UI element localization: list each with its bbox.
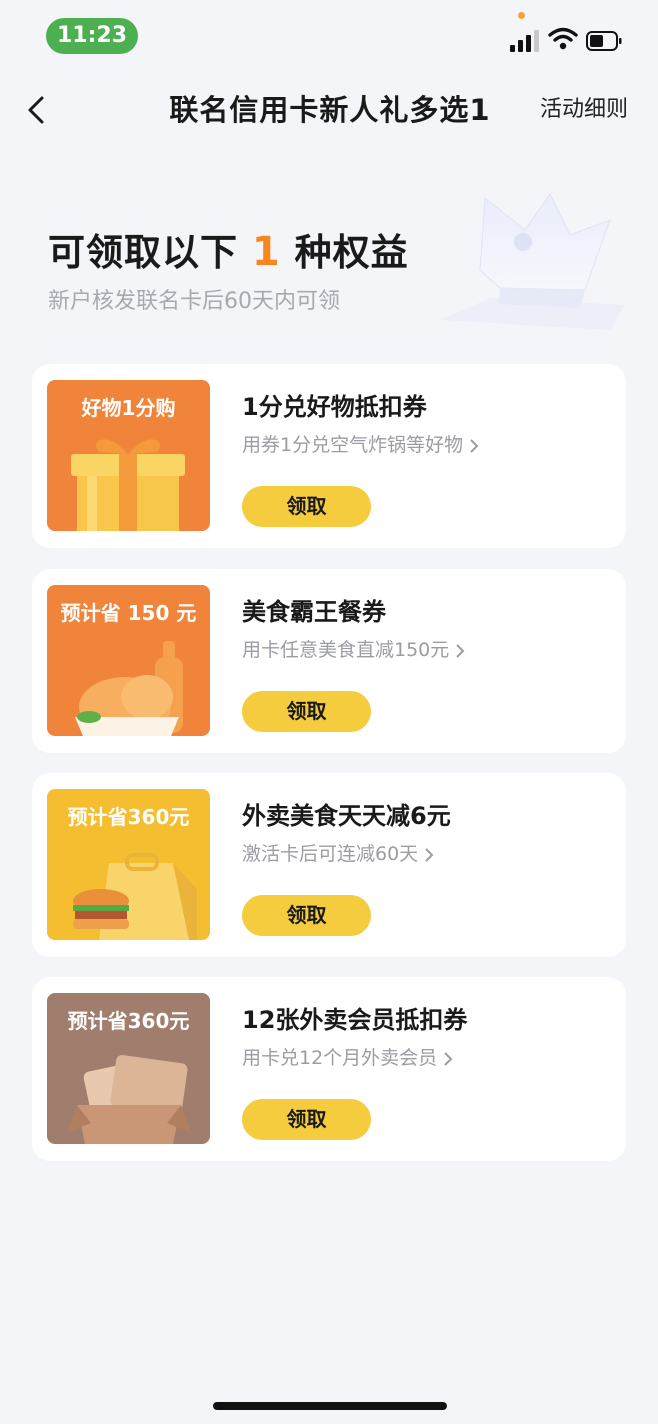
benefit-card-food-voucher[interactable]: 预计省 150 元 美食霸王餐券 用卡任意美食直减150元 领取 — [32, 569, 626, 753]
claim-button[interactable]: 领取 — [242, 1099, 371, 1140]
claim-button[interactable]: 领取 — [242, 486, 371, 527]
card-title: 12张外卖会员抵扣券 — [242, 1006, 468, 1034]
card-subtitle-link[interactable]: 激活卡后可连减60天 — [242, 839, 434, 869]
benefit-card-goods[interactable]: 好物1分购 1分兑好物抵扣券 用券1分兑空气炸锅等好物 领取 — [32, 364, 626, 548]
card-badge: 预计省360元 — [67, 805, 190, 829]
crown-illustration — [440, 193, 625, 330]
chevron-right-icon — [456, 643, 465, 658]
card-thumbnail: 预计省 150 元 — [47, 585, 210, 736]
benefit-card-membership-voucher[interactable]: 预计省360元 12张外卖会员抵扣券 用卡兑12个月外卖会员 领取 — [32, 977, 626, 1161]
privacy-indicator-dot — [518, 12, 525, 19]
signal-icon — [510, 28, 540, 52]
card-subtitle-link[interactable]: 用券1分兑空气炸锅等好物 — [242, 430, 479, 460]
benefit-card-takeout-discount[interactable]: 预计省360元 外卖美食天天减6元 激活卡后可连减60天 领取 — [32, 773, 626, 957]
chevron-right-icon — [425, 847, 434, 862]
status-time: 11:23 — [46, 18, 138, 54]
card-badge: 预计省360元 — [67, 1009, 190, 1033]
benefit-count-heading: 可领取以下 1 种权益 — [48, 229, 409, 275]
card-thumbnail: 预计省360元 — [47, 789, 210, 940]
card-thumbnail: 好物1分购 — [47, 380, 210, 531]
chevron-right-icon — [470, 438, 479, 453]
card-badge: 好物1分购 — [81, 396, 176, 420]
card-title: 1分兑好物抵扣券 — [242, 393, 427, 421]
hero-section: 可领取以下 1 种权益 新户核发联名卡后60天内可领 — [0, 180, 658, 350]
claim-button[interactable]: 领取 — [242, 895, 371, 936]
wifi-icon — [548, 27, 578, 50]
home-indicator[interactable] — [213, 1402, 447, 1410]
benefit-count: 1 — [251, 229, 281, 275]
card-subtitle-link[interactable]: 用卡兑12个月外卖会员 — [242, 1043, 453, 1073]
battery-icon — [586, 31, 622, 51]
back-arrow-icon[interactable] — [20, 90, 56, 130]
claim-button[interactable]: 领取 — [242, 691, 371, 732]
activity-rules-link[interactable]: 活动细则 — [540, 92, 628, 128]
hero-subtitle: 新户核发联名卡后60天内可领 — [48, 289, 340, 314]
status-bar: 11:23 — [0, 0, 658, 72]
card-thumbnail: 预计省360元 — [47, 993, 210, 1144]
navigation-bar: 联名信用卡新人礼多选1 活动细则 — [0, 72, 658, 148]
card-subtitle-link[interactable]: 用卡任意美食直减150元 — [242, 635, 465, 665]
card-title: 外卖美食天天减6元 — [242, 802, 451, 830]
card-badge: 预计省 150 元 — [60, 601, 197, 625]
page-title: 联名信用卡新人礼多选1 — [169, 93, 491, 127]
chevron-right-icon — [444, 1051, 453, 1066]
card-title: 美食霸王餐券 — [242, 598, 386, 626]
